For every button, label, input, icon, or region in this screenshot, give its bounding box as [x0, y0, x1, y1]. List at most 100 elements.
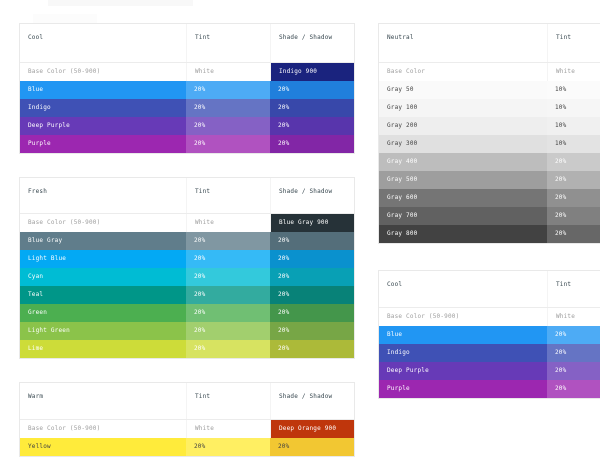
color-row: Gray 80020%	[379, 225, 600, 243]
table-header-row: NeutralTint	[379, 24, 600, 63]
base-color-cell: Gray 300	[379, 135, 547, 153]
shade-base-cell: Blue Gray 900	[270, 214, 354, 232]
tint-cell: 10%	[547, 117, 600, 135]
subheader-row: Base Color (50-900)White	[379, 308, 600, 326]
color-row: Yellow20%20%	[20, 438, 354, 456]
palette-table-neutral: NeutralTintBase ColorWhiteGray 5010%Gray…	[378, 23, 600, 244]
color-row: Gray 10010%	[379, 99, 600, 117]
color-row: Green20%20%	[20, 304, 354, 322]
table-title: Warm	[20, 383, 186, 419]
tint-column-header: Tint	[186, 383, 270, 419]
base-color-column-label: Base Color (50-900)	[20, 214, 186, 232]
shade-cell: 20%	[270, 268, 354, 286]
tint-cell: 10%	[547, 81, 600, 99]
base-color-cell: Deep Purple	[20, 117, 186, 135]
table-title: Cool	[379, 271, 547, 307]
tint-cell: 20%	[547, 225, 600, 243]
tint-cell: 20%	[186, 340, 270, 358]
table-header-row: FreshTintShade / Shadow	[20, 178, 354, 214]
palette-table-warm: WarmTintShade / ShadowBase Color (50-900…	[19, 382, 355, 457]
color-row: Deep Purple20%20%	[20, 117, 354, 135]
base-color-column-label: Base Color (50-900)	[20, 63, 186, 81]
base-color-column-label: Base Color	[379, 63, 547, 81]
color-row: Blue Gray20%20%	[20, 232, 354, 250]
base-color-cell: Green	[20, 304, 186, 322]
tint-column-header: Tint	[547, 24, 600, 62]
base-color-cell: Yellow	[20, 438, 186, 456]
tint-column-header: Tint	[186, 24, 270, 62]
tint-cell: 20%	[186, 117, 270, 135]
base-color-cell: Gray 700	[379, 207, 547, 225]
palette-table-fresh: FreshTintShade / ShadowBase Color (50-90…	[19, 177, 355, 359]
tint-cell: 20%	[547, 326, 600, 344]
shade-cell: 20%	[270, 232, 354, 250]
color-row: Purple20%	[379, 380, 600, 398]
tint-cell: 20%	[547, 344, 600, 362]
tint-cell: 20%	[547, 380, 600, 398]
color-row: Indigo20%	[379, 344, 600, 362]
shade-cell: 20%	[270, 286, 354, 304]
shade-base-cell: Deep Orange 900	[270, 420, 354, 438]
table-title: Fresh	[20, 178, 186, 213]
tint-cell: 20%	[186, 438, 270, 456]
shade-cell: 20%	[270, 250, 354, 268]
base-color-cell: Light Green	[20, 322, 186, 340]
base-color-cell: Purple	[379, 380, 547, 398]
color-row: Light Blue20%20%	[20, 250, 354, 268]
shade-column-header: Shade / Shadow	[270, 24, 354, 62]
tint-cell: 20%	[547, 153, 600, 171]
color-row: Gray 20010%	[379, 117, 600, 135]
shade-cell: 20%	[270, 304, 354, 322]
tint-cell: 20%	[186, 99, 270, 117]
base-color-column-label: Base Color (50-900)	[20, 420, 186, 438]
table-title: Neutral	[379, 24, 547, 62]
color-row: Gray 5010%	[379, 81, 600, 99]
base-color-cell: Cyan	[20, 268, 186, 286]
color-row: Gray 60020%	[379, 189, 600, 207]
tint-cell: 20%	[186, 304, 270, 322]
subheader-row: Base ColorWhite	[379, 63, 600, 81]
tint-base-label: White	[186, 63, 270, 81]
tint-cell: 20%	[186, 322, 270, 340]
base-color-cell: Blue Gray	[20, 232, 186, 250]
base-color-cell: Indigo	[379, 344, 547, 362]
shade-cell: 20%	[270, 322, 354, 340]
tint-base-label: White	[186, 420, 270, 438]
tint-cell: 20%	[547, 171, 600, 189]
shade-cell: 20%	[270, 81, 354, 99]
shade-column-header: Shade / Shadow	[270, 383, 354, 419]
base-color-cell: Deep Purple	[379, 362, 547, 380]
tint-cell: 20%	[186, 135, 270, 153]
color-row: Gray 70020%	[379, 207, 600, 225]
tint-cell: 20%	[186, 268, 270, 286]
color-row: Cyan20%20%	[20, 268, 354, 286]
tint-column-header: Tint	[547, 271, 600, 307]
base-color-cell: Gray 800	[379, 225, 547, 243]
color-row: Purple20%20%	[20, 135, 354, 153]
color-row: Blue20%	[379, 326, 600, 344]
base-color-cell: Purple	[20, 135, 186, 153]
shade-cell: 20%	[270, 99, 354, 117]
table-header-row: CoolTint	[379, 271, 600, 308]
color-row: Deep Purple20%	[379, 362, 600, 380]
subheader-row: Base Color (50-900)WhiteIndigo 900	[20, 63, 354, 81]
tint-cell: 20%	[186, 232, 270, 250]
shade-cell: 20%	[270, 438, 354, 456]
base-color-cell: Gray 600	[379, 189, 547, 207]
base-color-cell: Gray 500	[379, 171, 547, 189]
tint-cell: 10%	[547, 99, 600, 117]
base-color-cell: Gray 50	[379, 81, 547, 99]
color-row: Blue20%20%	[20, 81, 354, 99]
subheader-row: Base Color (50-900)WhiteDeep Orange 900	[20, 420, 354, 438]
tint-base-label: White	[186, 214, 270, 232]
base-color-column-label: Base Color (50-900)	[379, 308, 547, 326]
table-header-row: WarmTintShade / Shadow	[20, 383, 354, 420]
tint-cell: 20%	[186, 81, 270, 99]
base-color-cell: Teal	[20, 286, 186, 304]
color-row: Gray 30010%	[379, 135, 600, 153]
shade-base-cell: Indigo 900	[270, 63, 354, 81]
color-row: Lime20%20%	[20, 340, 354, 358]
color-row: Gray 40020%	[379, 153, 600, 171]
shade-cell: 20%	[270, 340, 354, 358]
table-title: Cool	[20, 24, 186, 62]
